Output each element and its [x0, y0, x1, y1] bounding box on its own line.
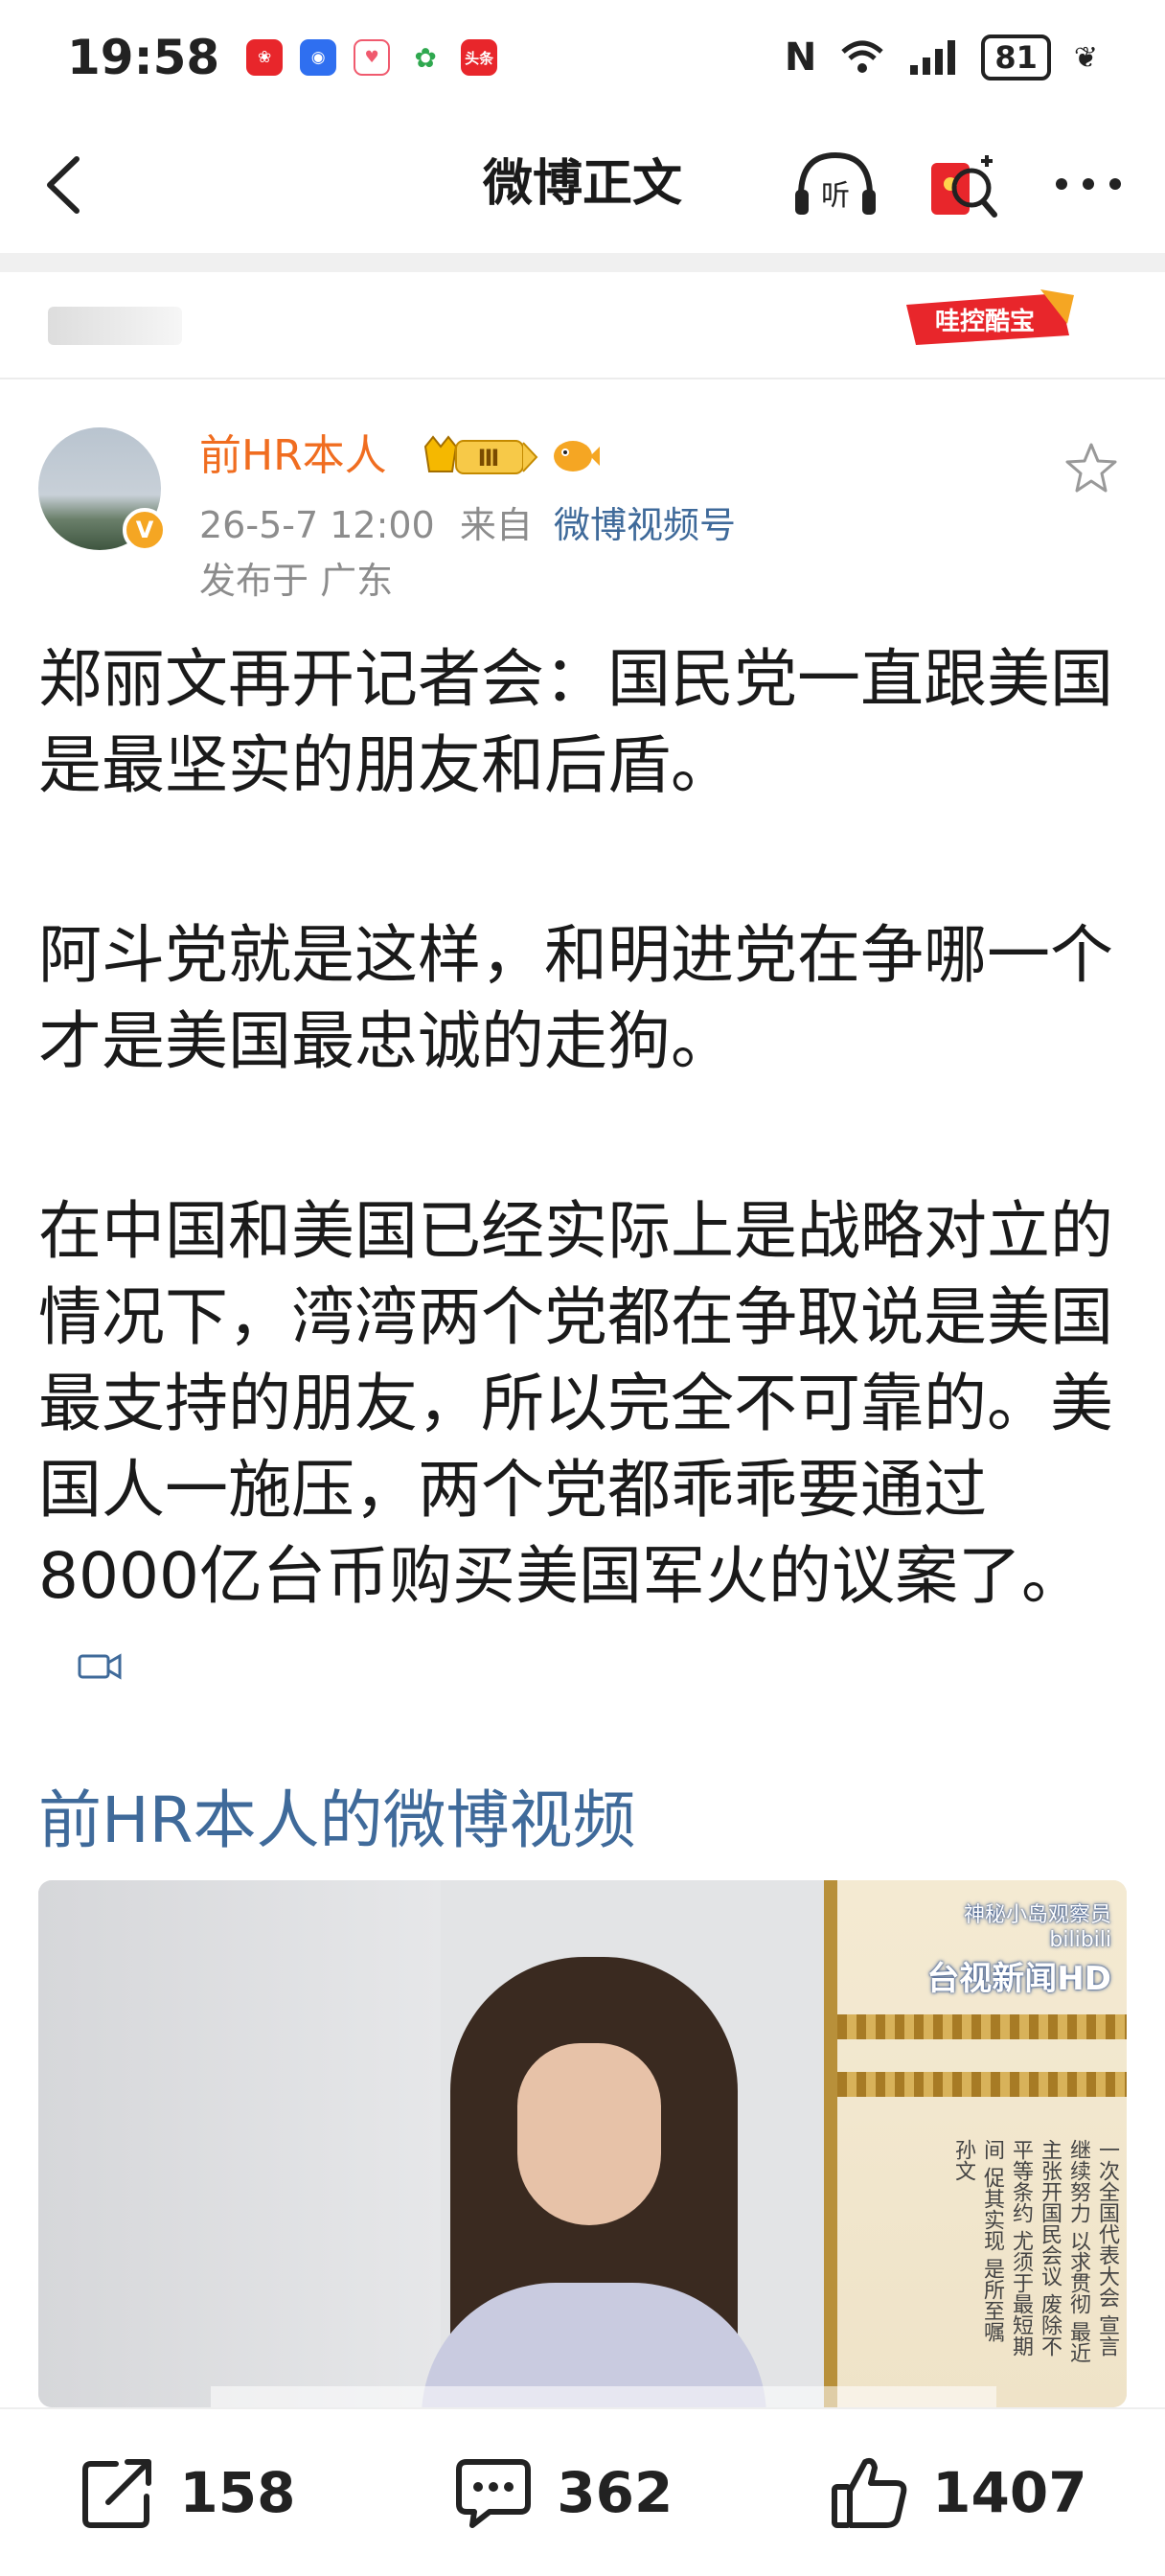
- toutiao-icon: 头条: [461, 39, 498, 76]
- redpacket-button[interactable]: [918, 140, 1006, 228]
- svg-text:Ⅲ: Ⅲ: [478, 445, 500, 472]
- comment-icon: [456, 2459, 532, 2528]
- back-icon: [47, 156, 80, 214]
- listen-icon: 听: [795, 151, 876, 215]
- post-paragraph-1: 郑丽文再开记者会：国民党一直跟美国是最坚实的朋友和后盾。: [38, 642, 1113, 802]
- header-divider: [0, 253, 1165, 272]
- video-watermark: 神秘小岛观察员 bilibili 台视新闻HD: [926, 1903, 1111, 1998]
- signal-icon: [910, 40, 956, 75]
- source-prefix: 来自: [459, 504, 533, 546]
- svg-text:听: 听: [821, 179, 850, 213]
- notification-icons: ❀ ◉ ♥ ✿ 头条: [246, 39, 498, 76]
- action-bar: 158 362 1407: [0, 2407, 1165, 2576]
- like-button[interactable]: 1407: [829, 2452, 1087, 2533]
- mobile-icon: ✿: [407, 39, 445, 76]
- post-timestamp: 26-5-7 12:00: [199, 504, 435, 546]
- app-heart-icon: ♥: [354, 39, 391, 76]
- wifi-icon: [841, 40, 883, 73]
- post-body: 郑丽文再开记者会：国民党一直跟美国是最坚实的朋友和后盾。 阿斗党就是这样，和明进…: [38, 636, 1131, 1706]
- video-caption-strip: [211, 2386, 996, 2407]
- share-icon: [82, 2459, 152, 2528]
- video-camera-icon: [78, 1653, 122, 1680]
- back-button[interactable]: [36, 151, 94, 222]
- banner-placeholder: [48, 307, 182, 345]
- listen-button[interactable]: 听: [791, 140, 879, 228]
- post-meta: 26-5-7 12:00 来自 微博视频号: [199, 498, 736, 552]
- post-location: 发布于 广东: [199, 560, 394, 602]
- like-icon: [832, 2457, 907, 2528]
- post-source-link[interactable]: 微博视频号: [554, 504, 736, 546]
- favorite-star-icon[interactable]: [1063, 441, 1119, 494]
- promo-badge-icon[interactable]: 哇控酷宝: [897, 286, 1079, 353]
- verified-badge-icon: V: [123, 508, 167, 552]
- app-blue-icon: ◉: [300, 39, 337, 76]
- leaf-icon: ❦: [1073, 40, 1098, 75]
- status-time: 19:58: [67, 30, 220, 85]
- comment-button[interactable]: 362: [451, 2452, 673, 2533]
- battery-icon: 81: [981, 34, 1051, 80]
- username[interactable]: 前HR本人: [199, 427, 387, 485]
- video-link[interactable]: 前HR本人的微博视频: [38, 1775, 636, 1867]
- more-button[interactable]: [1044, 140, 1132, 228]
- share-count: 158: [179, 2460, 296, 2525]
- status-bar: 19:58 ❀ ◉ ♥ ✿ 头条 N 81 ❦: [0, 0, 1165, 115]
- more-icon: [1056, 178, 1121, 190]
- level-badge-icon[interactable]: Ⅲ: [422, 433, 540, 481]
- like-count: 1407: [932, 2460, 1087, 2525]
- post-paragraph-2: 阿斗党就是这样，和明进党在争哪一个才是美国最忠诚的走狗。: [38, 918, 1113, 1078]
- svg-text:哇控酷宝: 哇控酷宝: [935, 307, 1035, 336]
- redpacket-icon: [931, 155, 997, 218]
- app-red-icon: ❀: [246, 39, 284, 76]
- post-paragraph-3-text: 在中国和美国已经实际上是战略对立的情况下，湾湾两个党都在争取说是美国最支持的朋友…: [38, 1194, 1113, 1613]
- promo-banner[interactable]: 哇控酷宝: [0, 272, 1165, 380]
- comment-count: 362: [557, 2460, 674, 2525]
- nfc-icon: N: [784, 35, 817, 80]
- calligraphy-scroll: 一次全国代表大会 宣言 继续努力 以求贯彻 最近主张开国民会议 废除不平等条约 …: [951, 2139, 1119, 2363]
- fish-badge-icon[interactable]: [548, 431, 602, 479]
- post-paragraph-3: 在中国和美国已经实际上是战略对立的情况下，湾湾两个党都在争取说是美国最支持的朋友…: [38, 1188, 1131, 1706]
- nav-bar: 微博正文 听: [0, 115, 1165, 253]
- share-button[interactable]: 158: [78, 2452, 295, 2533]
- video-player[interactable]: 一次全国代表大会 宣言 继续努力 以求贯彻 最近主张开国民会议 废除不平等条约 …: [38, 1880, 1127, 2407]
